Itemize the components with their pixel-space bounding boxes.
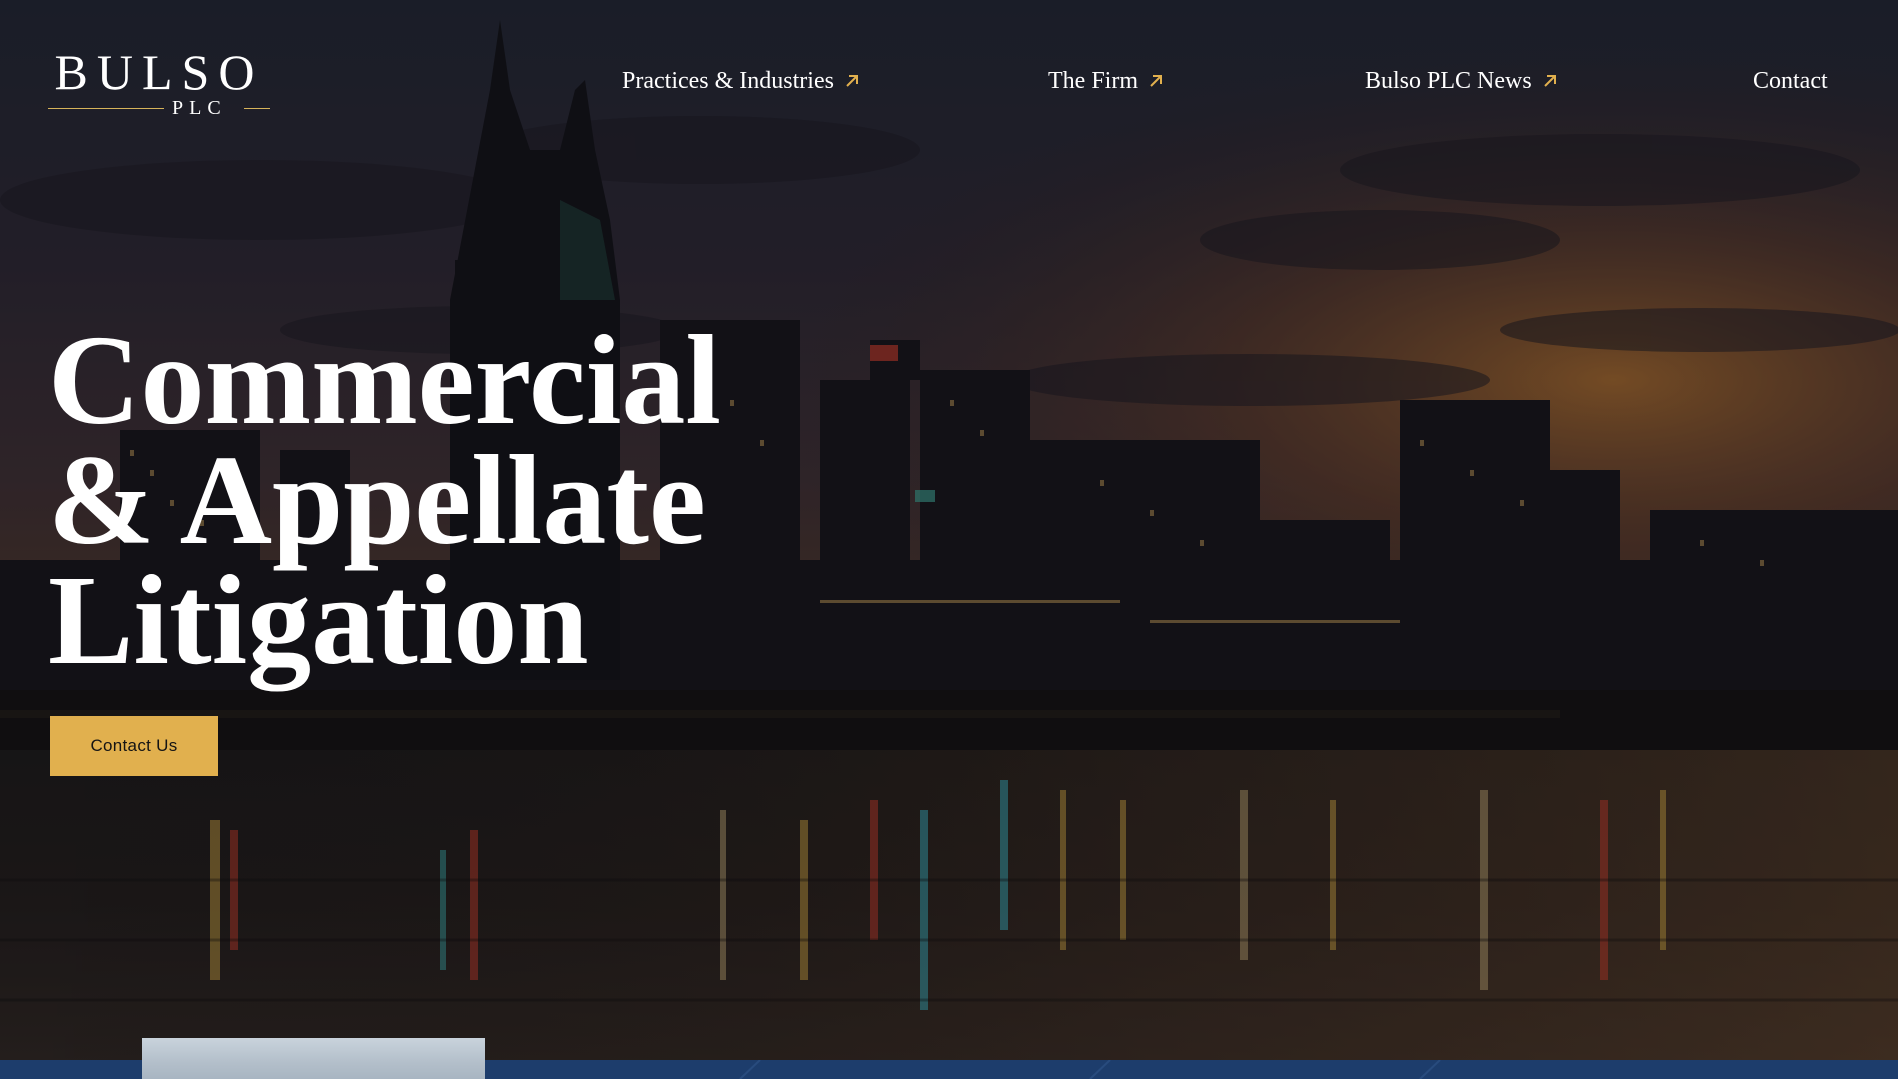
contact-us-button[interactable]: Contact Us bbox=[50, 716, 218, 776]
nav-contact-label: Contact bbox=[1753, 67, 1828, 94]
arrow-up-right-icon bbox=[1150, 75, 1162, 87]
logo-rule-left bbox=[48, 108, 164, 109]
hero-section: BULSO PLC Practices & Industries The Fir… bbox=[0, 0, 1898, 1060]
bulso-logo[interactable]: BULSO PLC bbox=[48, 44, 270, 120]
logo-subline: PLC bbox=[48, 96, 270, 120]
nav-firm-label: The Firm bbox=[1048, 67, 1138, 94]
arrow-up-right-icon bbox=[1543, 75, 1556, 87]
hero-title: Commercial & Appellate Litigation bbox=[48, 309, 721, 691]
nav-contact[interactable]: Contact bbox=[1753, 64, 1828, 98]
arrow-up-right-icon bbox=[846, 75, 858, 87]
hero-title-line-1: Commercial bbox=[48, 309, 721, 451]
logo-subtitle: PLC bbox=[172, 97, 227, 119]
nav-practices-label: Practices & Industries bbox=[622, 67, 834, 94]
nav-news-label: Bulso PLC News bbox=[1365, 67, 1532, 94]
nav-bulso-plc-news[interactable]: Bulso PLC News bbox=[1365, 64, 1558, 98]
nav-the-firm[interactable]: The Firm bbox=[1048, 64, 1164, 98]
logo-wordmark: BULSO bbox=[54, 44, 264, 100]
hero-title-line-3: Litigation bbox=[48, 549, 589, 691]
hero-title-line-2: & Appellate bbox=[48, 429, 706, 571]
section-image-preview bbox=[142, 1038, 485, 1079]
nav-practices-industries[interactable]: Practices & Industries bbox=[622, 64, 860, 98]
logo-rule-right bbox=[244, 108, 270, 109]
